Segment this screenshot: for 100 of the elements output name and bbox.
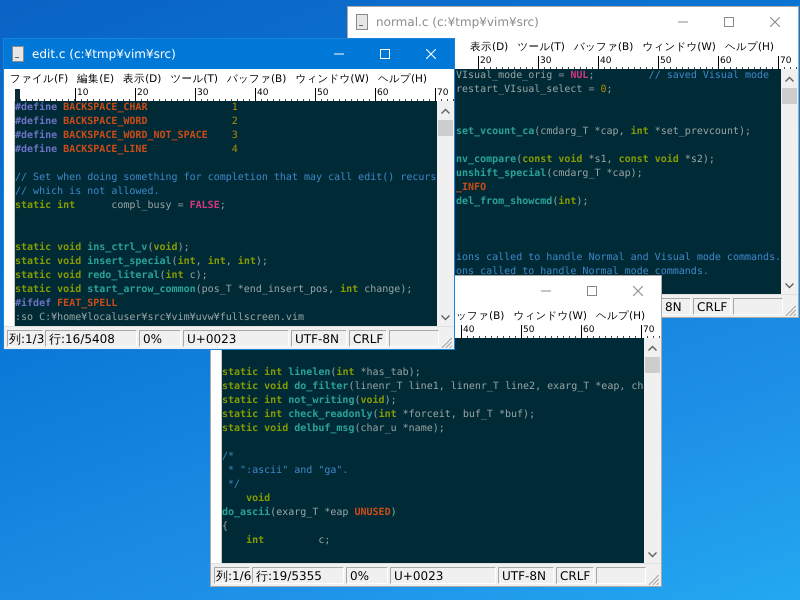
code-line: _INFO <box>456 181 488 195</box>
code-line: static int not_writing(void); <box>222 394 398 408</box>
status-panel: UTF-8N <box>498 566 554 584</box>
close-icon <box>426 49 436 59</box>
ruler-label: 10 <box>76 88 88 99</box>
chevron-up-icon[interactable] <box>785 76 794 82</box>
ruler-label: 70 <box>436 88 448 99</box>
code-line: */ <box>227 478 242 492</box>
code-line: * ":ascii" and "ga". <box>227 464 350 478</box>
status-panel: CRLF <box>693 298 732 314</box>
menu-item[interactable]: ヘルプ(H) <box>594 308 648 322</box>
menu-item[interactable]: ウィンドウ(W) <box>640 40 718 54</box>
code-line: #ifdef FEAT_SPELL <box>15 297 118 311</box>
status-panel <box>389 330 440 346</box>
ruler-label: 70 <box>779 56 792 67</box>
menu-item[interactable]: バッファ(B) <box>224 72 288 86</box>
status-panel <box>596 566 646 584</box>
ruler-label: 30 <box>539 56 552 67</box>
status-panel: CRLF <box>349 330 388 346</box>
chevron-down-icon[interactable] <box>441 315 450 321</box>
ruler-label: 50 <box>522 325 534 336</box>
code-line: static void redo_literal(int c); <box>15 269 209 283</box>
code-line: static void start_arrow_common(pos_T *end_insert_pos, int change); <box>15 283 414 297</box>
ruler-label: 20 <box>479 56 492 67</box>
code-line: /* <box>222 450 236 464</box>
menu-item[interactable]: ファイル(F) <box>8 72 70 86</box>
menu-item[interactable]: バッファ(B) <box>572 40 636 54</box>
code-line: static int linelen(int *has_tab); <box>222 366 422 380</box>
ruler-label: 50 <box>316 88 328 99</box>
code-line: del_from_showcmd(int); <box>456 195 590 209</box>
maximize-icon <box>380 49 390 59</box>
status-panel: 0% <box>346 566 388 584</box>
status-panel: U+0023 <box>390 566 496 584</box>
status-panel: 列:1/6 <box>214 566 250 584</box>
menu-item[interactable]: ッファ(B) <box>454 308 506 322</box>
status-panel: U+0023 <box>183 330 289 346</box>
chevron-down-icon[interactable] <box>648 552 657 558</box>
document-icon <box>12 46 24 62</box>
menu-item[interactable]: 表示(D) <box>468 40 510 54</box>
resize-grip-icon[interactable] <box>441 337 453 349</box>
menu-item[interactable]: 表示(D) <box>121 72 164 86</box>
close-icon <box>633 286 643 296</box>
code-line: VIsual_mode_orig = NUL; // saved Visual mode <box>456 69 770 83</box>
status-panel: 0% <box>139 330 181 346</box>
document-icon <box>356 14 368 30</box>
menu-item[interactable]: ヘルプ(H) <box>722 40 776 54</box>
resize-grip-icon[interactable] <box>648 574 660 586</box>
menu-item[interactable]: ウィンドウ(W) <box>511 308 589 322</box>
status-panel: UTF-8N <box>291 330 347 346</box>
menu-item[interactable]: ヘルプ(H) <box>376 72 430 86</box>
chevron-up-icon[interactable] <box>648 345 657 351</box>
code-line: int c; <box>245 534 332 548</box>
menu-item[interactable]: 編集(E) <box>75 72 116 86</box>
code-line: // which is not allowed. <box>15 185 160 199</box>
code-line: ions called to handle Normal and Visual mode commands. <box>456 251 781 265</box>
ruler-label: 20 <box>136 88 148 99</box>
code-line: static int check_readonly(int *forceit, buf_T *buf); <box>222 408 536 422</box>
maximize-icon <box>724 17 734 27</box>
ruler-label: 70 <box>642 325 654 336</box>
ruler-label: 60 <box>582 325 594 336</box>
code-line: #define BACKSPACE_CHAR 1 <box>15 101 239 115</box>
status-panel: CRLF <box>556 566 594 584</box>
code-line: // Set when doing something for completion that may call edit() recurs <box>15 171 437 185</box>
scrollbar-thumb[interactable] <box>782 88 797 104</box>
resize-grip-icon[interactable] <box>785 305 797 317</box>
code-line: static void delbuf_msg(char_u *name); <box>222 422 446 436</box>
code-line: static void do_filter(linenr_T line1, linenr_T line2, exarg_T *eap, ch <box>222 380 644 394</box>
code-line: #define BACKSPACE_WORD_NOT_SPACE 3 <box>15 129 239 143</box>
window-title: normal.c (c:¥tmp¥vim¥src) <box>376 15 539 29</box>
code-line: nv_compare(const void *s1, const void *s2); <box>456 153 716 167</box>
code-line: void <box>245 492 272 506</box>
code-line: static void ins_ctrl_v(void); <box>15 241 191 255</box>
code-line: restart_VIsual_select = 0; <box>456 83 614 97</box>
code-line: #define BACKSPACE_WORD 2 <box>15 115 239 129</box>
code-line: static int compl_busy = FALSE; <box>15 199 227 213</box>
ruler-label: 60 <box>376 88 388 99</box>
code-line: unshift_special(cmdarg_T *cap); <box>456 167 644 181</box>
code-line: set_vcount_ca(cmdarg_T *cap, int *set_prevcount); <box>456 125 752 139</box>
scrollbar-thumb[interactable] <box>438 120 453 136</box>
menu-item[interactable]: ウィンドウ(W) <box>293 72 371 86</box>
menu-item[interactable]: ツール(T) <box>515 40 567 54</box>
window-title: edit.c (c:¥tmp¥vim¥src) <box>32 47 176 61</box>
status-panel: 行:16/5408 <box>45 330 137 346</box>
menu-item[interactable]: ツール(T) <box>168 72 220 86</box>
chevron-down-icon[interactable] <box>785 283 794 289</box>
ruler-label: 60 <box>719 56 732 67</box>
code-line: #define BACKSPACE_LINE 4 <box>15 143 239 157</box>
ruler-label: 40 <box>256 88 268 99</box>
ruler-label: 40 <box>599 56 612 67</box>
ruler-label: 30 <box>196 88 208 99</box>
status-panel: 行:19/5355 <box>252 566 344 584</box>
chevron-up-icon[interactable] <box>441 108 450 114</box>
code-line: do_ascii(exarg_T *eap UNUSED) <box>222 506 398 520</box>
status-panel: 列:1/3 <box>7 330 43 346</box>
status-panel <box>733 298 784 314</box>
code-line: static void insert_special(int, int, int); <box>15 255 269 269</box>
code-line: :so C:¥home¥localuser¥src¥vim¥uvw¥fullscreen.vim <box>15 311 305 325</box>
scrollbar-thumb[interactable] <box>645 357 660 373</box>
code-line: ons called to handle Normal mode commands. <box>456 265 710 279</box>
maximize-icon <box>587 286 597 296</box>
